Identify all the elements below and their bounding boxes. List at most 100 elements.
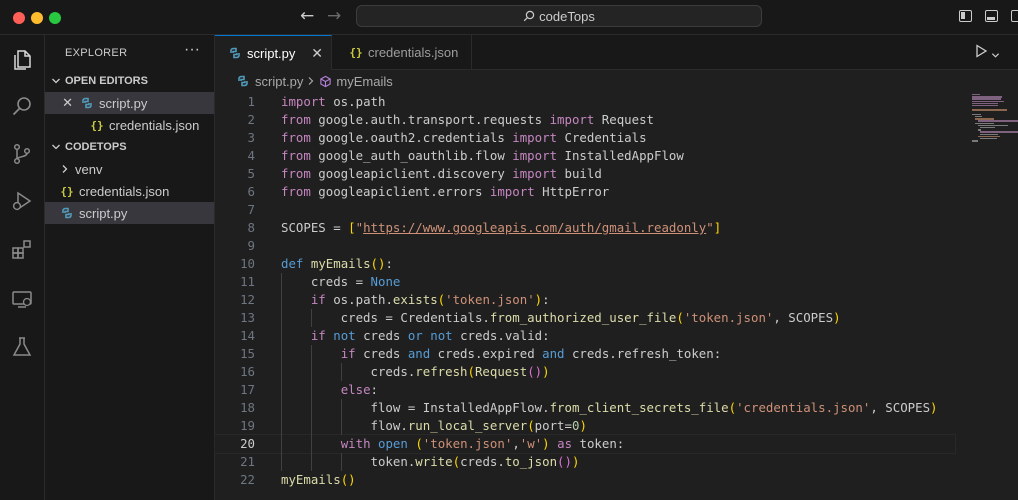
run-debug-icon[interactable] [8,187,36,215]
tree-item-script-py[interactable]: script.py [45,202,214,224]
forward-arrow-icon[interactable]: → [327,6,341,26]
close-window-button[interactable] [13,12,25,24]
extensions-icon[interactable] [8,235,36,263]
line-number: 17 [240,382,255,397]
line-number: 22 [240,472,255,487]
code-line[interactable]: 15 if creds and creds.expired and creds.… [215,345,955,363]
line-number: 9 [247,238,255,253]
source-control-icon[interactable] [8,140,36,168]
open-editor-credentials-json[interactable]: {} credentials.json [45,114,214,136]
code-text: else: [340,382,378,397]
codetops-folder-header[interactable]: CODETOPS [45,136,215,158]
line-number: 16 [240,364,255,379]
breadcrumb-file-label: script.py [255,73,304,89]
code-line[interactable]: 16 creds.refresh(Request()) [215,363,955,381]
minimap[interactable] [955,92,1018,152]
tab-label: script.py [247,45,296,61]
code-line[interactable]: 20 with open ('token.json','w') as token… [214,434,956,454]
run-python-file-icon[interactable] [974,44,988,63]
code-text: creds.refresh(Request()) [281,364,550,379]
open-editor-label: credentials.json [109,117,200,133]
tree-item-label: credentials.json [79,183,170,199]
code-text: token.write(creds.to_json()) [281,454,580,469]
code-line[interactable]: 3 from google.oauth2.credentials import C… [215,129,955,147]
toggle-primary-sidebar-icon[interactable] [959,10,972,22]
line-number: 7 [247,202,255,217]
code-text: myEmails() [281,472,356,487]
code-text: if not creds or not creds.valid: [310,328,550,343]
minimap-line [972,96,1002,98]
code-line[interactable]: 22 myEmails() [215,471,955,489]
breadcrumb-symbol-label: myEmails [336,73,393,89]
json-file-icon: {} [349,46,363,59]
json-file-icon: {} [90,118,104,132]
code-line[interactable]: 10 def myEmails(): [215,255,955,273]
code-text: from google_auth_oauthlib.flow import In… [281,148,684,163]
minimap-line [972,94,981,96]
line-number: 14 [240,328,255,343]
code-line[interactable]: 13 creds = Credentials.from_authorized_u… [215,309,955,327]
code-line[interactable]: 8 SCOPES = ["https://www.googleapis.com/a… [215,219,955,237]
explorer-title: EXPLORER [65,47,128,59]
toggle-secondary-sidebar-icon[interactable] [1011,10,1018,22]
code-line[interactable]: 21 token.write(creds.to_json()) [215,453,955,471]
code-line[interactable]: 19 flow.run_local_server(port=0) [215,417,955,435]
line-number: 2 [247,112,255,127]
code-line[interactable]: 2 from google.auth.transport.requests imp… [215,111,955,129]
open-editors-label: OPEN EDITORS [65,75,148,87]
more-actions-icon[interactable]: ··· [184,41,200,59]
open-editor-script-py[interactable]: ✕ script.py [45,92,214,114]
code-line[interactable]: 9 [215,237,955,255]
code-line[interactable]: 12 if os.path.exists('token.json'): [215,291,955,309]
line-number: 13 [240,310,255,325]
close-icon[interactable]: ✕ [311,45,323,62]
code-line[interactable]: 17 else: [215,381,955,399]
tab-script-py[interactable]: script.py ✕ [215,35,332,70]
code-line[interactable]: 6 from googleapiclient.errors import Http… [215,183,955,201]
code-line[interactable]: 7 [215,201,955,219]
title-bar: ← → codeTops [0,0,1018,35]
line-number: 8 [247,220,255,235]
chevron-right-icon [55,164,75,174]
search-icon[interactable] [8,93,36,121]
indent-guide [340,399,342,435]
chevron-down-icon[interactable] [991,47,1000,65]
tree-item-credentials-json[interactable]: {} credentials.json [45,180,214,202]
code-line[interactable]: 14 if not creds or not creds.valid: [215,327,955,345]
tree-item-venv[interactable]: venv [45,158,214,180]
explorer-sidebar: EXPLORER ··· OPEN EDITORS ✕ script.py {}… [45,35,215,500]
breadcrumb-symbol[interactable]: myEmails [319,73,393,89]
testing-icon[interactable] [8,333,36,361]
activity-bar [0,35,45,500]
line-number: 4 [247,148,255,163]
close-icon[interactable]: ✕ [45,95,73,111]
code-line[interactable]: 18 flow = InstalledAppFlow.from_client_s… [215,399,955,417]
minimap-line [972,113,981,116]
minimize-window-button[interactable] [31,12,43,24]
breadcrumb-file[interactable]: script.py [235,74,303,89]
window-title: codeTops [539,8,595,24]
minimap-line [972,102,998,105]
tab-credentials-json[interactable]: {} credentials.json [332,35,472,70]
code-text: def myEmails(): [281,256,393,271]
minimap-line [974,116,982,118]
code-text: if os.path.exists('token.json'): [310,292,550,307]
remote-explorer-icon[interactable] [8,285,36,313]
code-line[interactable]: 11 creds = None [215,273,955,291]
minimap-line [974,118,994,120]
command-center-search[interactable]: codeTops [356,5,762,27]
toggle-panel-icon[interactable] [985,10,998,22]
back-arrow-icon[interactable]: ← [300,6,314,26]
minimap-line [977,120,1018,122]
open-editor-label: script.py [99,95,148,111]
code-text: flow = InstalledAppFlow.from_client_secr… [281,400,938,415]
search-icon [523,10,535,22]
maximize-window-button[interactable] [49,12,61,24]
code-line[interactable]: 4 from google_auth_oauthlib.flow import I… [215,147,955,165]
line-number: 3 [247,130,255,145]
files-icon[interactable] [8,46,36,74]
open-editors-header[interactable]: OPEN EDITORS [45,70,215,92]
minimap-line [980,138,998,140]
code-line[interactable]: 1 import os.path [215,93,955,111]
code-line[interactable]: 5 from googleapiclient.discovery import b… [215,165,955,183]
